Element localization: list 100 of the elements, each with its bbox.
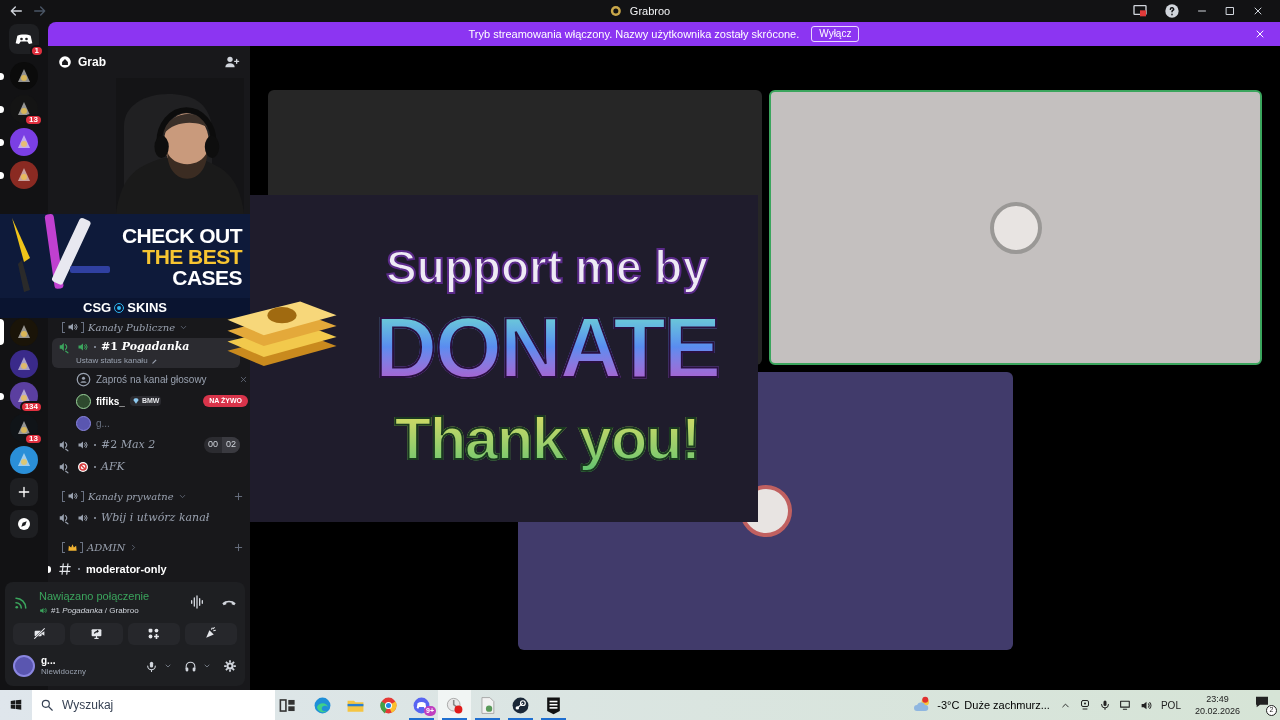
windows-start-icon[interactable] xyxy=(9,698,23,712)
connection-status: Nawiązano połączenie xyxy=(39,589,150,604)
plus-icon[interactable] xyxy=(233,490,244,502)
screen-share-icon[interactable] xyxy=(1132,3,1148,19)
weather-text: Duże zachmurz... xyxy=(964,697,1050,713)
soundboard-icon xyxy=(204,627,218,640)
activities-button[interactable] xyxy=(127,622,180,645)
server-name[interactable]: Grab xyxy=(78,53,106,71)
maximize-icon[interactable] xyxy=(1224,5,1236,17)
overlay-headline: Support me by xyxy=(386,239,708,295)
search-field[interactable]: Wyszukaj xyxy=(32,690,275,720)
avatar[interactable] xyxy=(76,393,91,409)
channel-status: Ustaw status kanału xyxy=(76,355,148,368)
server-icon[interactable] xyxy=(10,446,38,474)
channel-item[interactable]: moderator-only xyxy=(52,558,240,580)
activities-icon xyxy=(147,627,161,640)
member-name[interactable]: fifiks_ xyxy=(96,393,125,409)
message-icon xyxy=(1254,694,1270,710)
network-icon[interactable] xyxy=(1118,698,1132,712)
language-indicator[interactable]: POL xyxy=(1160,697,1181,713)
category-label[interactable]: Kanały prywatne xyxy=(88,488,174,504)
chevron-down-icon[interactable] xyxy=(164,662,172,670)
prohibited-icon xyxy=(77,461,89,473)
add-server-button[interactable] xyxy=(10,478,38,506)
server-home-icon xyxy=(58,55,72,69)
speaker-icon xyxy=(77,512,89,524)
server-icon[interactable] xyxy=(10,128,38,156)
disable-button[interactable]: Wyłącz xyxy=(811,26,860,42)
ad-headline: CASES xyxy=(172,266,242,288)
server-icon[interactable] xyxy=(10,318,38,346)
invite-link[interactable]: Zaproś na kanał głosowy xyxy=(96,371,207,387)
share-screen-button[interactable] xyxy=(70,622,123,645)
plus-icon[interactable] xyxy=(233,541,244,553)
ad-headline: THE BEST xyxy=(142,245,242,267)
clock[interactable]: 23:49 20.02.2026 xyxy=(1194,693,1240,717)
channel-name: #1 Pogadanka xyxy=(101,338,190,355)
steam-icon xyxy=(511,695,530,715)
channel-item[interactable]: AFK xyxy=(52,456,240,478)
ring-icon xyxy=(113,302,126,314)
settings-icon[interactable] xyxy=(223,659,237,673)
help-icon[interactable] xyxy=(1164,3,1180,19)
server-icon[interactable] xyxy=(10,350,38,378)
back-arrow-icon[interactable] xyxy=(8,3,24,19)
waveform-icon[interactable] xyxy=(189,594,205,611)
speaker-icon xyxy=(39,606,48,615)
clock-date: 20.02.2026 xyxy=(1194,705,1240,717)
browser-icon xyxy=(313,695,332,715)
user-status: Niewidoczny xyxy=(41,666,86,678)
video-tile[interactable] xyxy=(769,90,1262,365)
notification-badge: 134 xyxy=(19,401,43,413)
document-icon xyxy=(478,695,497,715)
channel-item[interactable]: Wbij i utwórz kanał xyxy=(52,507,240,529)
epic-launcher-icon xyxy=(544,695,563,715)
channel-name: moderator-only xyxy=(86,561,167,577)
chevron-down-icon[interactable] xyxy=(203,662,211,670)
channel-name: #2 Max 2 xyxy=(101,436,156,453)
add-person-icon[interactable] xyxy=(224,54,240,70)
screen-share-icon xyxy=(89,627,103,640)
speaker-icon xyxy=(67,321,79,333)
notification-badge: 1 xyxy=(29,45,44,57)
server-icon xyxy=(609,5,622,17)
brand-text: SKINS xyxy=(127,299,167,318)
pencil-icon[interactable] xyxy=(150,357,158,365)
soundboard-button[interactable] xyxy=(184,622,237,645)
gem-icon xyxy=(131,397,140,405)
camera-icon[interactable] xyxy=(1078,699,1091,711)
channel-item[interactable]: #1 Pogadanka Ustaw status kanału xyxy=(52,338,240,368)
search-icon xyxy=(40,698,54,712)
brand-text: CSG xyxy=(83,299,112,318)
microphone-icon[interactable] xyxy=(1098,699,1111,711)
ad-headline: CHECK OUT xyxy=(121,224,242,246)
explore-button[interactable] xyxy=(10,510,38,538)
category-label[interactable]: ADMIN xyxy=(87,539,126,555)
notification-badge: 13 xyxy=(24,433,43,445)
user-name: g... xyxy=(41,654,57,666)
close-icon[interactable] xyxy=(1252,5,1264,17)
camera-off-icon xyxy=(32,627,46,640)
speaker-icon xyxy=(67,490,79,502)
user-counter: 00 xyxy=(206,438,219,452)
crown-icon xyxy=(67,541,78,553)
server-icon[interactable] xyxy=(10,62,38,90)
invite-icon[interactable] xyxy=(76,371,91,387)
microphone-icon[interactable] xyxy=(145,659,158,673)
record-icon xyxy=(445,695,464,715)
channel-item[interactable]: #2 Max 2 00 02 xyxy=(52,434,240,456)
avatar[interactable] xyxy=(76,415,91,431)
weather-widget[interactable]: -3°C Duże zachmurz... xyxy=(914,696,1050,714)
user-counter: 02 xyxy=(222,437,240,453)
server-icon[interactable] xyxy=(10,161,38,189)
member-name[interactable]: g... xyxy=(96,415,110,431)
category-label[interactable]: Kanały Publiczne xyxy=(88,319,176,335)
avatar[interactable] xyxy=(13,655,35,677)
compass-icon xyxy=(16,516,32,532)
headphones-icon[interactable] xyxy=(184,659,197,673)
channel-link[interactable]: #1 Pogadanka / Grabroo xyxy=(51,604,139,617)
search-placeholder: Wyszukaj xyxy=(62,697,114,714)
camera-button[interactable] xyxy=(13,622,66,645)
browser-icon xyxy=(379,695,398,715)
hash-icon xyxy=(58,562,72,576)
banner-message: Tryb streamowania włączony. Nazwy użytkownika zostały skrócone. xyxy=(468,26,800,42)
